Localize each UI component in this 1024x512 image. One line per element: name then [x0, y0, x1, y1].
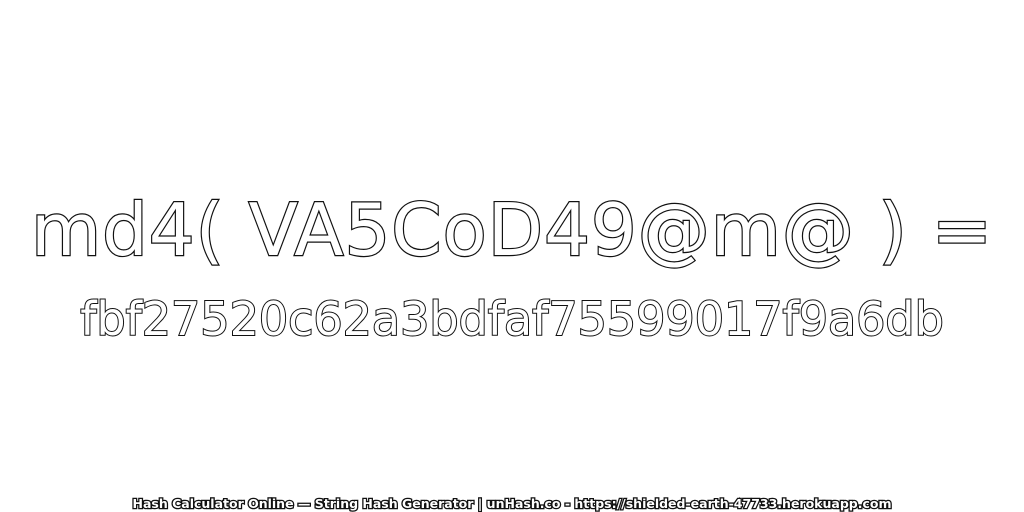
hash-value: fbf27520c62a3bdfaf75599017f9a6db	[79, 291, 945, 347]
hash-expression: md4( VA5CoD49@m@ ) =	[30, 187, 994, 273]
hash-result-canvas: md4( VA5CoD49@m@ ) = fbf27520c62a3bdfaf7…	[0, 0, 1024, 512]
site-footer: Hash Calculator Online — String Hash Gen…	[131, 495, 893, 512]
